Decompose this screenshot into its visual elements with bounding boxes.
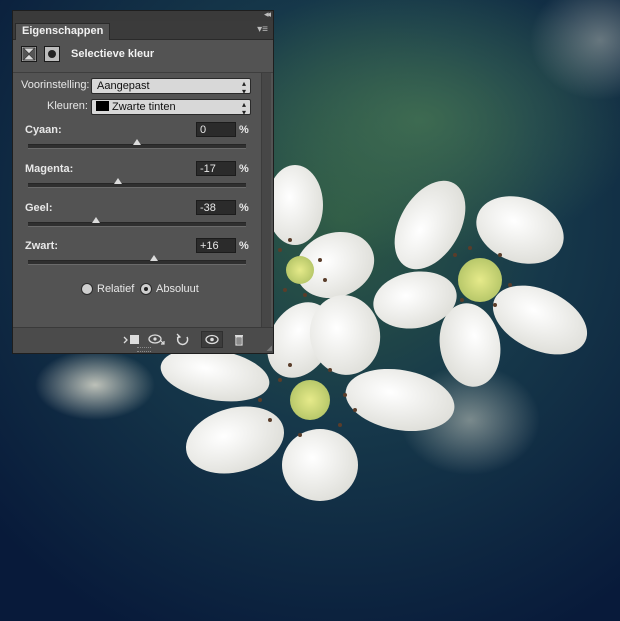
- magenta-slider-thumb[interactable]: [114, 178, 123, 184]
- panel-top-strip[interactable]: ◂◂: [13, 9, 273, 21]
- black-slider-thumb[interactable]: [150, 255, 159, 261]
- panel-menu-icon[interactable]: ▾≡: [257, 24, 268, 35]
- yellow-input[interactable]: [196, 200, 236, 215]
- visibility-eye-icon[interactable]: [201, 331, 223, 348]
- magenta-input[interactable]: [196, 161, 236, 176]
- select-arrows-icon: ▴ ▾: [241, 100, 246, 117]
- cyan-percent: %: [239, 124, 249, 136]
- selective-color-adjustment-icon[interactable]: [21, 46, 37, 62]
- reset-icon[interactable]: [173, 331, 195, 348]
- yellow-slider-track[interactable]: [28, 217, 246, 227]
- layer-mask-icon[interactable]: [44, 46, 60, 62]
- trash-icon[interactable]: [229, 331, 251, 348]
- preset-select[interactable]: Aangepast ▴ ▾: [91, 78, 251, 96]
- relative-label: Relatief: [97, 283, 135, 295]
- cyan-input[interactable]: [196, 122, 236, 137]
- black-label: Zwart:: [25, 240, 58, 252]
- absolute-label: Absoluut: [156, 283, 199, 295]
- panel-tab-bar: Eigenschappen ▾≡: [13, 21, 273, 40]
- relative-radio[interactable]: [81, 283, 93, 295]
- cyan-slider-thumb[interactable]: [133, 139, 141, 145]
- black-percent: %: [239, 240, 249, 252]
- select-arrows-icon: ▴ ▾: [241, 79, 246, 96]
- preset-select-value: Aangepast: [97, 80, 150, 92]
- yellow-percent: %: [239, 202, 249, 214]
- panel-content: Voorinstelling: Aangepast ▴ ▾ Kleuren: Zw…: [16, 73, 260, 328]
- clip-to-layer-icon[interactable]: [121, 331, 143, 348]
- magenta-percent: %: [239, 163, 249, 175]
- black-slider-track[interactable]: [28, 255, 246, 265]
- colors-select-value: Zwarte tinten: [112, 101, 176, 113]
- panel-footer: ◢: [13, 327, 273, 353]
- colors-label: Kleuren:: [47, 100, 88, 112]
- magenta-label: Magenta:: [25, 163, 74, 175]
- panel-resize-grip[interactable]: [137, 347, 151, 352]
- preset-label: Voorinstelling:: [21, 79, 90, 91]
- adjustment-title: Selectieve kleur: [71, 48, 155, 60]
- double-chevron-right-icon[interactable]: ◂◂: [264, 9, 271, 20]
- yellow-label: Geel:: [25, 202, 53, 214]
- black-swatch-icon: [96, 101, 109, 111]
- absolute-radio[interactable]: [140, 283, 152, 295]
- view-previous-state-icon[interactable]: [147, 331, 169, 348]
- panel-scrollbar[interactable]: [261, 73, 271, 328]
- cyan-label: Cyaan:: [25, 124, 62, 136]
- tab-eigenschappen[interactable]: Eigenschappen: [15, 23, 111, 40]
- yellow-slider-thumb[interactable]: [91, 217, 100, 223]
- properties-panel: ◂◂ Eigenschappen ▾≡ Selectieve kleur Voo…: [12, 9, 274, 354]
- cyan-slider-track[interactable]: [28, 139, 246, 149]
- magenta-slider-track[interactable]: [28, 178, 246, 188]
- black-input[interactable]: [196, 238, 236, 253]
- corner-resize-icon[interactable]: ◢: [267, 344, 272, 352]
- adjustment-header: Selectieve kleur: [13, 40, 273, 73]
- colors-select[interactable]: Zwarte tinten ▴ ▾: [91, 99, 251, 117]
